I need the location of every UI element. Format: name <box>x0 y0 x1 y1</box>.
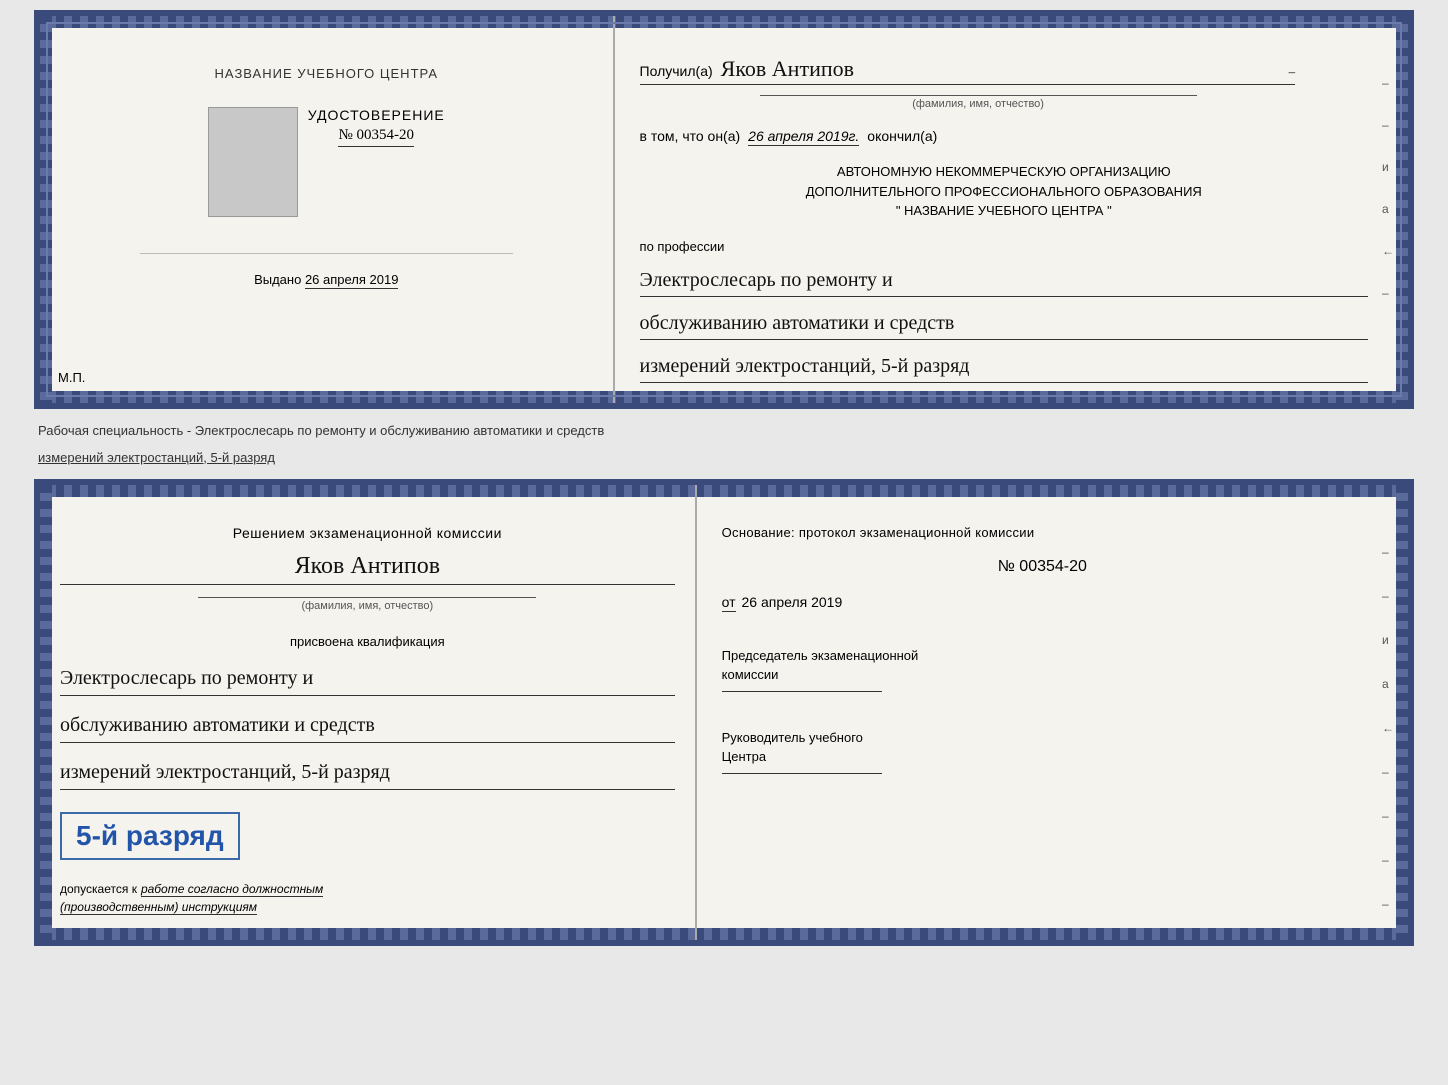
osnov-label: Основание: протокол экзаменационной коми… <box>722 525 1363 540</box>
udost-number: № 00354-20 <box>338 127 414 147</box>
right-margin-labels: – – и а ← – <box>1382 76 1394 300</box>
received-line: Получил(а) Яков Антипов – <box>640 56 1296 85</box>
director-title2: Центра <box>722 747 1363 767</box>
cert-top-left: НАЗВАНИЕ УЧЕБНОГО ЦЕНТРА УДОСТОВЕРЕНИЕ №… <box>40 16 615 403</box>
from-label: от <box>722 594 736 612</box>
chairman-title2: комиссии <box>722 665 1363 685</box>
chairman-signature <box>722 691 882 692</box>
qual-line3: измерений электростанций, 5-й разряд <box>60 755 675 790</box>
chairman-title: Председатель экзаменационной <box>722 646 1363 666</box>
profession-line3: измерений электростанций, 5-й разряд <box>640 350 1368 383</box>
cert-top-right: Получил(а) Яков Антипов – (фамилия, имя,… <box>615 16 1408 403</box>
profession-line1: Электрослесарь по ремонту и <box>640 264 1368 297</box>
certificate-bottom: Решением экзаменационной комиссии Яков А… <box>34 479 1414 946</box>
certificate-top: НАЗВАНИЕ УЧЕБНОГО ЦЕНТРА УДОСТОВЕРЕНИЕ №… <box>34 10 1414 409</box>
org-line1: АВТОНОМНУЮ НЕКОММЕРЧЕСКУЮ ОРГАНИЗАЦИЮ <box>640 162 1368 182</box>
udost-title: УДОСТОВЕРЕНИЕ <box>308 107 445 123</box>
fact-prefix: в том, что он(а) <box>640 128 741 144</box>
fact-date: 26 апреля 2019г. <box>748 128 859 146</box>
org-line3: " НАЗВАНИЕ УЧЕБНОГО ЦЕНТРА " <box>640 201 1368 221</box>
cert-bottom-left: Решением экзаменационной комиссии Яков А… <box>40 485 697 940</box>
school-name-label: НАЗВАНИЕ УЧЕБНОГО ЦЕНТРА <box>215 66 438 81</box>
fact-suffix: окончил(а) <box>867 128 937 144</box>
received-name: Яков Антипов <box>721 56 854 82</box>
director-block: Руководитель учебного Центра <box>722 728 1363 780</box>
director-signature <box>722 773 882 774</box>
fio-label-bottom: (фамилия, имя, отчество) <box>198 597 536 612</box>
допускается-label: допускается к <box>60 882 137 896</box>
border-bottom-right <box>1396 485 1408 940</box>
chairman-block: Председатель экзаменационной комиссии <box>722 646 1363 698</box>
org-line2: ДОПОЛНИТЕЛЬНОГО ПРОФЕССИОНАЛЬНОГО ОБРАЗО… <box>640 182 1368 202</box>
border-right <box>1396 16 1408 403</box>
udost-block: УДОСТОВЕРЕНИЕ № 00354-20 <box>308 107 445 147</box>
middle-text-2: измерений электростанций, 5-й разряд <box>34 444 1414 471</box>
commission-title: Решением экзаменационной комиссии <box>60 525 675 541</box>
grade-wrapper: 5-й разряд <box>60 812 675 860</box>
from-date: 26 апреля 2019 <box>742 594 843 610</box>
profession-line2: обслуживанию автоматики и средств <box>640 307 1368 340</box>
protocol-date-line: от 26 апреля 2019 <box>722 594 1363 612</box>
profession-label: по профессии <box>640 239 1368 254</box>
photo-placeholder <box>208 107 298 217</box>
name-wrapper: Яков Антипов <box>60 553 675 585</box>
допускается-italic2: (производственным) инструкциям <box>60 900 257 915</box>
director-title: Руководитель учебного <box>722 728 1363 748</box>
qualification-label: присвоена квалификация <box>60 634 675 649</box>
issued-date: 26 апреля 2019 <box>305 272 399 289</box>
right-margin-labels-bottom: – – и а ← – – – – <box>1382 545 1394 911</box>
middle-text-1: Рабочая специальность - Электрослесарь п… <box>34 417 1414 444</box>
допускается-italic: работе согласно должностным <box>141 882 323 897</box>
mp-label: М.П. <box>58 370 85 385</box>
допускается-block: допускается к работе согласно должностны… <box>60 880 675 916</box>
org-block: АВТОНОМНУЮ НЕКОММЕРЧЕСКУЮ ОРГАНИЗАЦИЮ ДО… <box>640 162 1368 221</box>
qual-line1: Электрослесарь по ремонту и <box>60 661 675 696</box>
received-prefix: Получил(а) <box>640 63 713 79</box>
cert-bottom-right: Основание: протокол экзаменационной коми… <box>697 485 1408 940</box>
fio-label-top: (фамилия, имя, отчество) <box>760 95 1197 110</box>
grade-badge: 5-й разряд <box>60 812 240 860</box>
issued-line: Выдано 26 апреля 2019 <box>254 272 398 289</box>
document-container: НАЗВАНИЕ УЧЕБНОГО ЦЕНТРА УДОСТОВЕРЕНИЕ №… <box>34 10 1414 946</box>
bottom-name: Яков Антипов <box>295 553 440 579</box>
middle-text-block: Рабочая специальность - Электрослесарь п… <box>34 417 1414 471</box>
dash1: – <box>1289 64 1296 80</box>
protocol-number: № 00354-20 <box>722 558 1363 576</box>
fact-line-wrapper: в том, что он(а) 26 апреля 2019г. окончи… <box>640 128 1368 146</box>
issued-label: Выдано <box>254 272 301 287</box>
qual-line2: обслуживанию автоматики и средств <box>60 708 675 743</box>
